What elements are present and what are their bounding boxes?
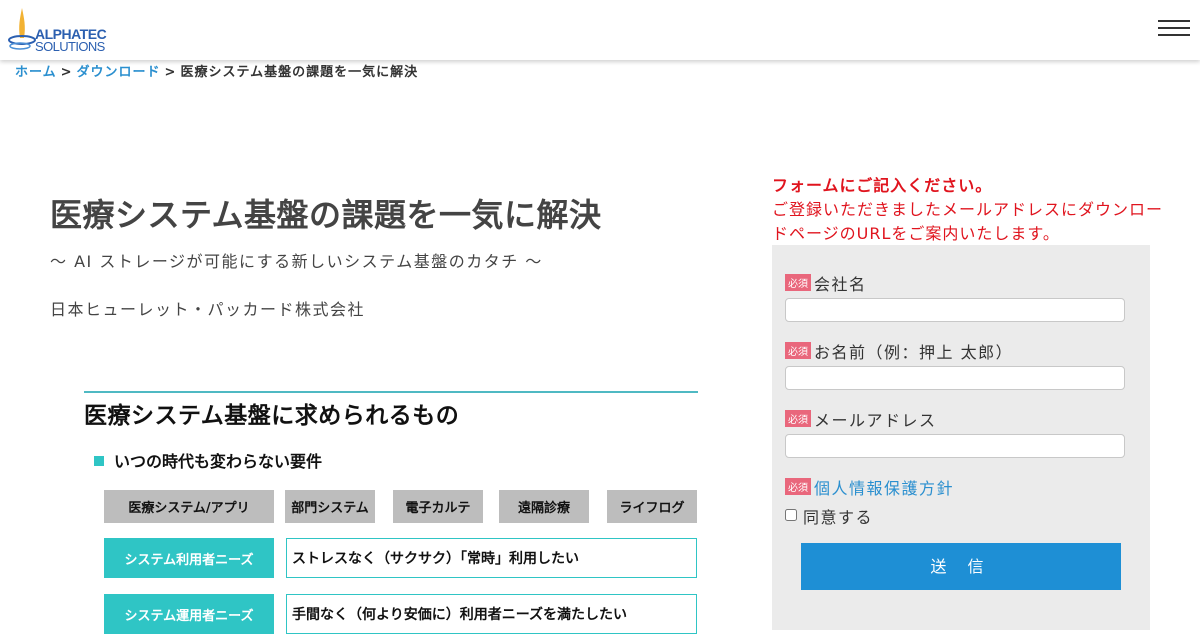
company-field: 必須 会社名: [785, 271, 1125, 322]
name-label: お名前（例：押上 太郎）: [814, 343, 1014, 362]
breadcrumb-download-link[interactable]: ダウンロード: [77, 65, 161, 80]
figure-title: 医療システム基盤に求められるもの: [84, 403, 460, 429]
name-input[interactable]: [785, 366, 1125, 390]
agree-label: 同意する: [803, 508, 874, 527]
required-badge: 必須: [785, 342, 811, 359]
needs-label-box: システム利用者ニーズ: [104, 538, 274, 578]
alphatec-logo[interactable]: ALPHATEC SOLUTIONS: [8, 6, 118, 54]
figure-subheading-text: いつの時代も変わらない要件: [114, 452, 323, 471]
privacy-policy-link[interactable]: 個人情報保護方針: [814, 479, 954, 498]
needs-text-box: 手間なく（何より安価に）利用者ニーズを満たしたい: [286, 594, 697, 634]
company-label: 会社名: [814, 275, 867, 294]
agree-checkbox-row[interactable]: 同意する: [785, 504, 873, 528]
logo-text-line2: SOLUTIONS: [35, 39, 105, 54]
breadcrumb-current: 医療システム基盤の課題を一気に解決: [180, 65, 419, 80]
category-box: ライフログ: [607, 490, 697, 523]
breadcrumb: ホーム > ダウンロード > 医療システム基盤の課題を一気に解決: [15, 61, 418, 80]
hamburger-menu-icon[interactable]: [1158, 20, 1190, 40]
breadcrumb-home-link[interactable]: ホーム: [15, 65, 57, 80]
email-input[interactable]: [785, 434, 1125, 458]
menu-bar: [1158, 20, 1190, 22]
company-name: 日本ヒューレット・パッカード株式会社: [50, 300, 366, 319]
breadcrumb-separator: >: [60, 65, 73, 80]
site-header: ALPHATEC SOLUTIONS: [0, 0, 1200, 60]
menu-bar: [1158, 27, 1190, 29]
privacy-policy-field: 必須 個人情報保護方針: [785, 475, 1125, 499]
figure-subheading: いつの時代も変わらない要件: [94, 448, 322, 472]
required-badge: 必須: [785, 274, 811, 291]
category-box: 医療システム/アプリ: [104, 490, 274, 523]
menu-bar: [1158, 34, 1190, 36]
requirements-figure: 医療システム基盤に求められるもの いつの時代も変わらない要件 医療システム/アプ…: [84, 390, 698, 634]
category-box: 電子カルテ: [393, 490, 483, 523]
needs-text-box: ストレスなく（サクサク）「常時」利用したい: [286, 538, 697, 578]
form-intro-heading: フォームにご記入ください。: [772, 176, 993, 195]
category-box: 部門システム: [285, 490, 375, 523]
page-title: 医療システム基盤の課題を一気に解決: [50, 196, 602, 234]
form-intro: フォームにご記入ください。 ご登録いただきましたメールアドレスにダウンロードペー…: [772, 174, 1172, 246]
company-input[interactable]: [785, 298, 1125, 322]
form-intro-text: ご登録いただきましたメールアドレスにダウンロードページのURLをご案内いたします…: [772, 200, 1164, 243]
required-badge: 必須: [785, 410, 811, 427]
email-label: メールアドレス: [814, 411, 937, 430]
submit-button[interactable]: 送 信: [801, 543, 1121, 590]
download-form: 必須 会社名 必須 お名前（例：押上 太郎） 必須 メールアドレス 必須 個人情報保護方…: [772, 245, 1150, 630]
breadcrumb-separator: >: [164, 65, 177, 80]
needs-label-box: システム運用者ニーズ: [104, 594, 274, 634]
agree-checkbox[interactable]: [785, 509, 797, 521]
square-bullet-icon: [94, 456, 104, 466]
required-badge: 必須: [785, 478, 811, 495]
email-field: 必須 メールアドレス: [785, 407, 1125, 458]
logo-flame-icon: [8, 8, 36, 50]
name-field: 必須 お名前（例：押上 太郎）: [785, 339, 1125, 390]
figure-top-rule: [84, 391, 698, 393]
category-box: 遠隔診療: [499, 490, 589, 523]
page-subtitle: ～ AI ストレージが可能にする新しいシステム基盤のカタチ ～: [50, 252, 543, 271]
